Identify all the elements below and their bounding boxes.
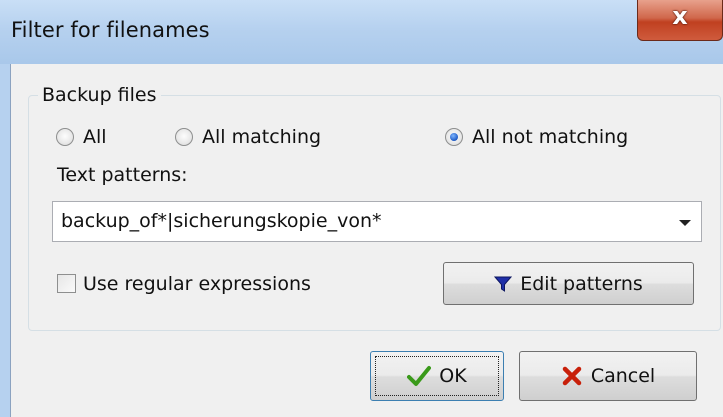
- edit-patterns-label: Edit patterns: [520, 272, 643, 295]
- window-title: Filter for filenames: [11, 18, 210, 42]
- ok-button[interactable]: OK: [370, 351, 504, 401]
- title-bar[interactable]: Filter for filenames x: [0, 0, 723, 64]
- text-patterns-label: Text patterns:: [57, 164, 188, 186]
- group-title: Backup files: [38, 84, 161, 106]
- text-patterns-value: backup_of*|sicherungskopie_von*: [61, 210, 382, 232]
- radio-all-matching-label: All matching: [202, 126, 322, 148]
- use-regex-checkbox[interactable]: [57, 274, 76, 293]
- radio-all[interactable]: All: [56, 126, 107, 148]
- radio-all-indicator[interactable]: [56, 128, 74, 146]
- radio-all-not-matching[interactable]: All not matching: [445, 126, 628, 148]
- radio-all-not-matching-indicator[interactable]: [445, 128, 463, 146]
- radio-all-matching-indicator[interactable]: [175, 128, 193, 146]
- dropdown-arrow-icon[interactable]: [679, 220, 691, 226]
- radio-all-matching[interactable]: All matching: [175, 126, 321, 148]
- cancel-button[interactable]: Cancel: [519, 351, 697, 401]
- use-regex-label[interactable]: Use regular expressions: [83, 273, 311, 295]
- radio-all-label: All: [83, 126, 107, 148]
- focus-rectangle: [375, 356, 499, 396]
- edit-patterns-button[interactable]: Edit patterns: [443, 262, 694, 305]
- cross-icon: [561, 365, 583, 387]
- funnel-icon: [494, 275, 513, 293]
- text-patterns-combobox[interactable]: backup_of*|sicherungskopie_von*: [52, 201, 702, 242]
- close-button[interactable]: x: [637, 0, 723, 41]
- close-icon: x: [672, 2, 688, 30]
- radio-all-not-matching-label: All not matching: [472, 126, 629, 148]
- cancel-label: Cancel: [590, 365, 656, 387]
